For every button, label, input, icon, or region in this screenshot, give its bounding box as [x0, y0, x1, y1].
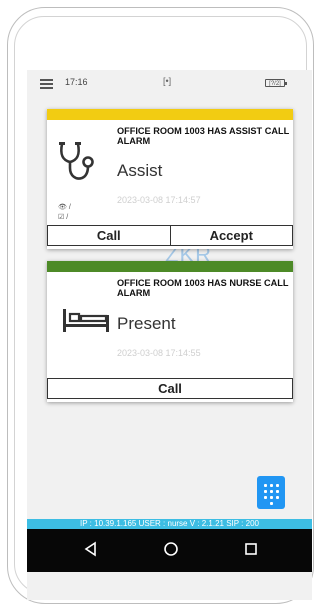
seen-indicator: 👁 /: [58, 203, 71, 211]
alarm-type: Present: [117, 314, 176, 333]
eye-icon: 👁: [58, 204, 67, 211]
alarm-card-present[interactable]: OFFICE ROOM 1003 HAS NURSE CALL ALARM Pr…: [47, 261, 293, 402]
status-time: 17:16: [65, 77, 88, 87]
alarm-title: OFFICE ROOM 1003 HAS NURSE CALL ALARM: [117, 278, 289, 298]
accept-button[interactable]: Accept: [170, 225, 293, 246]
android-nav-bar: [27, 529, 312, 572]
back-icon[interactable]: [83, 541, 97, 557]
checked-indicator: ☑ /: [58, 213, 68, 221]
alarm-timestamp: 2023-03-08 17:14:55: [117, 348, 201, 358]
alarm-actions: Call Accept: [47, 225, 293, 246]
menu-icon[interactable]: [40, 79, 53, 89]
call-button[interactable]: Call: [47, 378, 293, 399]
alarm-timestamp: 2023-03-08 17:14:57: [117, 195, 201, 205]
bed-icon: [63, 309, 109, 332]
connection-info: IP : 10.39.1.165 USER : nurse V : 2.1.21…: [27, 519, 312, 529]
alarm-type: Assist: [117, 161, 163, 180]
battery-icon: [?/2]: [265, 79, 287, 87]
app-screen: 17:16 [•] [?/2] ZKR OFFICE ROOM 1003 HAS…: [27, 70, 312, 600]
home-icon[interactable]: [163, 541, 179, 557]
alarm-card-assist[interactable]: OFFICE ROOM 1003 HAS ASSIST CALL ALARM A…: [47, 109, 293, 249]
stethoscope-icon: [59, 142, 94, 180]
status-bar: 17:16 [•] [?/2]: [27, 70, 312, 96]
alarm-color-bar: [47, 261, 293, 272]
dialpad-icon[interactable]: [257, 476, 285, 509]
recents-icon[interactable]: [244, 541, 258, 557]
call-button[interactable]: Call: [47, 225, 171, 246]
alarm-color-bar: [47, 109, 293, 120]
signal-icon: [•]: [163, 76, 172, 86]
checkbox-icon: ☑: [58, 214, 65, 221]
alarm-actions: Call: [47, 378, 293, 399]
seen-mark: /: [68, 204, 71, 211]
check-mark: /: [66, 214, 69, 221]
alarm-title: OFFICE ROOM 1003 HAS ASSIST CALL ALARM: [117, 126, 290, 146]
